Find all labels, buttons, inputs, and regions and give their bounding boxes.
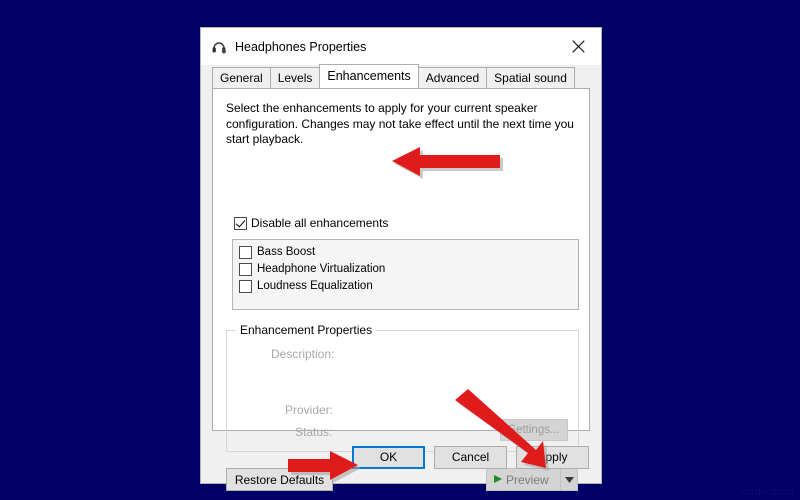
description-label: Description: [271, 347, 335, 361]
loudness-equalization-checkbox[interactable] [239, 279, 252, 293]
dialog-button-bar: OK Cancel Apply [201, 431, 601, 483]
enhancements-list[interactable]: Bass Boost Headphone Virtualization Loud… [232, 239, 579, 310]
disable-all-enhancements-checkbox[interactable] [234, 216, 247, 230]
list-item[interactable]: Headphone Virtualization [239, 261, 578, 277]
bass-boost-label: Bass Boost [257, 246, 316, 258]
tab-advanced[interactable]: Advanced [417, 67, 488, 88]
tab-strip: General Levels Enhancements Advanced Spa… [201, 64, 601, 88]
headphone-virtualization-label: Headphone Virtualization [257, 263, 386, 275]
ok-button[interactable]: OK [352, 445, 425, 469]
headphones-properties-dialog: Headphones Properties General Levels Enh… [200, 27, 602, 491]
disable-all-enhancements-row[interactable]: Disable all enhancements [234, 216, 388, 230]
tab-enhancements[interactable]: Enhancements [319, 64, 419, 88]
window-title: Headphones Properties [235, 39, 367, 54]
tab-general[interactable]: General [212, 67, 271, 88]
cancel-button[interactable]: Cancel [434, 445, 507, 469]
panel-description: Select the enhancements to apply for you… [226, 101, 574, 146]
enhancement-properties-legend: Enhancement Properties [236, 323, 377, 337]
bass-boost-checkbox[interactable] [239, 245, 252, 259]
loudness-equalization-label: Loudness Equalization [257, 280, 373, 292]
tab-spatial-sound[interactable]: Spatial sound [486, 67, 575, 88]
disable-all-enhancements-label: Disable all enhancements [251, 216, 389, 230]
watermark-text: wsdn.com [740, 486, 794, 498]
headphones-icon [211, 39, 227, 55]
list-item[interactable]: Bass Boost [239, 244, 578, 260]
provider-label: Provider: [285, 403, 334, 417]
enhancements-panel: Select the enhancements to apply for you… [212, 88, 590, 491]
list-item[interactable]: Loudness Equalization [239, 278, 578, 294]
apply-button[interactable]: Apply [516, 445, 589, 469]
close-icon[interactable] [556, 28, 601, 65]
tab-levels[interactable]: Levels [269, 67, 321, 88]
headphone-virtualization-checkbox[interactable] [239, 262, 252, 276]
title-bar: Headphones Properties [201, 28, 601, 65]
